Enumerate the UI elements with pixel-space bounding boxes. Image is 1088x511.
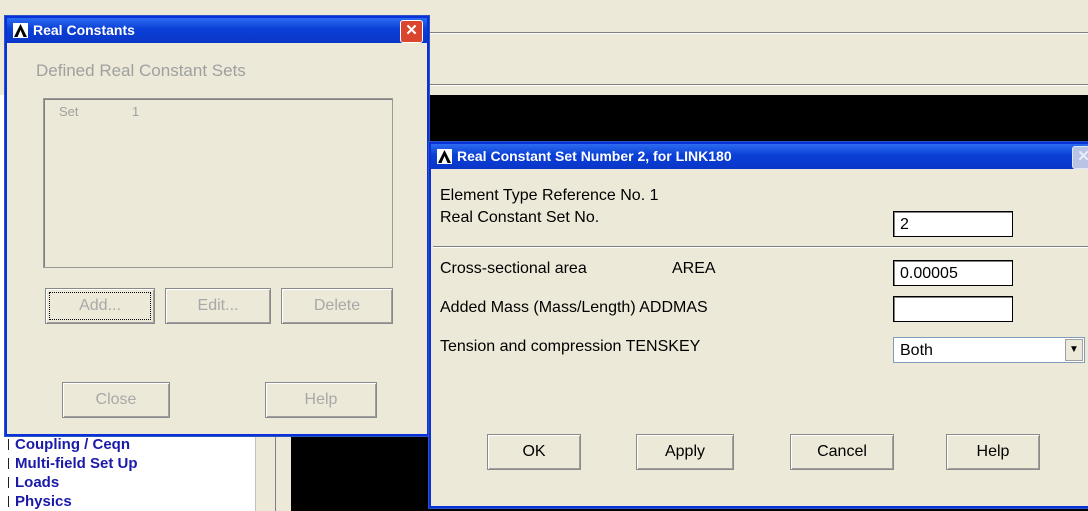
chevron-down-icon[interactable]: ▼ bbox=[1065, 339, 1083, 361]
dialog-titlebar[interactable]: Real Constants ✕ bbox=[7, 18, 427, 43]
pane-splitter[interactable] bbox=[275, 430, 276, 511]
close-icon[interactable]: ✕ bbox=[1072, 146, 1088, 169]
group-label: Defined Real Constant Sets bbox=[36, 61, 246, 80]
help-button[interactable]: Help bbox=[946, 434, 1040, 470]
help-button[interactable]: Help bbox=[265, 382, 377, 418]
tree-item-physics[interactable]: Physics bbox=[8, 493, 72, 510]
tenskey-label: Tension and compression TENSKEY bbox=[440, 338, 701, 355]
real-constants-dialog: Real Constants ✕ Defined Real Constant S… bbox=[4, 15, 430, 437]
ok-button[interactable]: OK bbox=[487, 434, 581, 470]
edit-button[interactable]: Edit... bbox=[165, 288, 271, 324]
close-icon[interactable]: ✕ bbox=[400, 20, 423, 43]
tree-item-loads[interactable]: Loads bbox=[8, 474, 59, 491]
area-code-label: AREA bbox=[672, 260, 716, 277]
real-constant-set-dialog: Real Constant Set Number 2, for LINK180 … bbox=[428, 141, 1088, 509]
add-button[interactable]: Add... bbox=[45, 288, 155, 324]
delete-button[interactable]: Delete bbox=[281, 288, 393, 324]
toolbar-divider bbox=[430, 32, 1088, 34]
ansys-logo-icon bbox=[13, 23, 28, 38]
tree-scroll-pane[interactable] bbox=[255, 430, 291, 511]
list-header-set: Set bbox=[59, 104, 79, 119]
close-button[interactable]: Close bbox=[62, 382, 170, 418]
tree-item-coupling[interactable]: Coupling / Ceqn bbox=[8, 436, 130, 453]
apply-button[interactable]: Apply bbox=[636, 434, 734, 470]
dialog-title: Real Constant Set Number 2, for LINK180 bbox=[457, 148, 732, 164]
tenskey-selected-value: Both bbox=[900, 342, 933, 359]
added-mass-field[interactable] bbox=[893, 296, 1013, 322]
cancel-button[interactable]: Cancel bbox=[790, 434, 894, 470]
tenskey-select[interactable]: Both ▼ bbox=[893, 337, 1085, 363]
dialog-titlebar[interactable]: Real Constant Set Number 2, for LINK180 … bbox=[431, 144, 1088, 169]
dialog-title: Real Constants bbox=[33, 22, 135, 38]
tree-item-multifield[interactable]: Multi-field Set Up bbox=[8, 455, 138, 472]
real-constant-sets-list[interactable]: Set 1 bbox=[43, 98, 393, 268]
toolbar-divider bbox=[430, 84, 1088, 86]
set-number-label: Real Constant Set No. bbox=[440, 209, 600, 226]
area-field[interactable]: 0.00005 bbox=[893, 260, 1013, 286]
section-divider bbox=[433, 246, 1088, 248]
list-set-number[interactable]: 1 bbox=[132, 104, 139, 119]
added-mass-label: Added Mass (Mass/Length) ADDMAS bbox=[440, 299, 708, 316]
area-label: Cross-sectional area bbox=[440, 260, 587, 277]
ansys-logo-icon bbox=[437, 149, 452, 164]
element-type-reference: Element Type Reference No. 1 bbox=[440, 187, 659, 204]
set-number-field[interactable]: 2 bbox=[893, 211, 1013, 237]
